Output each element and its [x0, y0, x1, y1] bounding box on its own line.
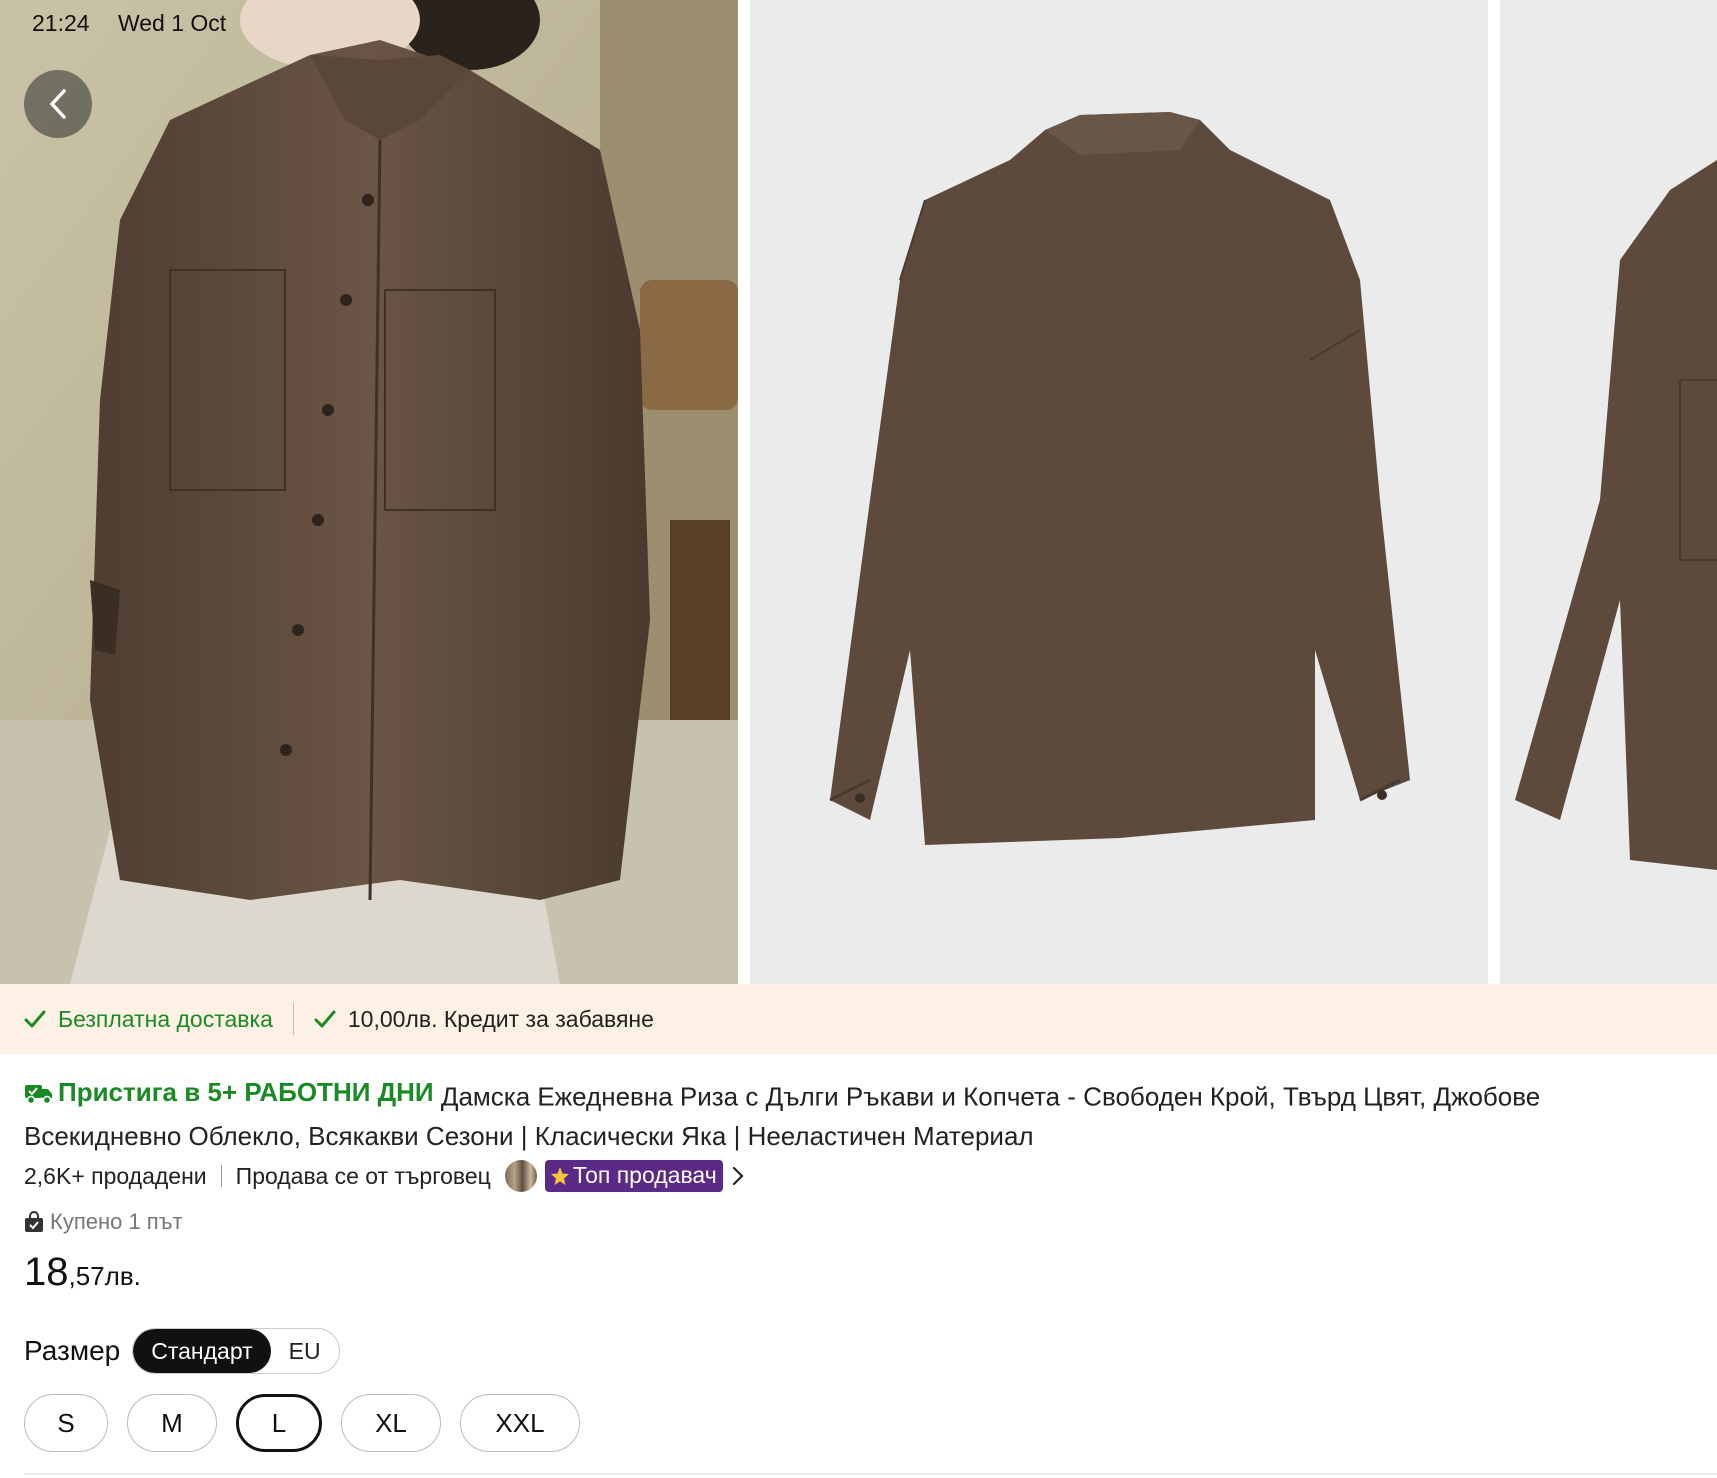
- price: 18,57лв.: [24, 1250, 141, 1295]
- delivery-badge: Пристига в 5+ РАБОТНИ ДНИ: [24, 1073, 434, 1112]
- status-time: 21:24: [32, 10, 90, 36]
- size-option-l[interactable]: L: [236, 1394, 322, 1452]
- size-option-m[interactable]: M: [127, 1394, 217, 1452]
- check-icon: [314, 1010, 336, 1028]
- gallery-image-model[interactable]: 21:24 Wed 1 Oct: [0, 0, 738, 984]
- size-eu-option[interactable]: EU: [271, 1329, 339, 1373]
- size-standard-toggle[interactable]: Стандарт EU: [132, 1328, 340, 1374]
- gallery-image-partial[interactable]: [1500, 0, 1717, 984]
- title-text-2: Всекидневно Облекло, Всякакви Сезони | К…: [24, 1120, 1034, 1151]
- back-button[interactable]: [24, 70, 92, 138]
- truck-icon: [25, 1084, 52, 1104]
- size-label: Размер: [24, 1335, 121, 1366]
- top-seller-badge[interactable]: Топ продавач: [544, 1160, 723, 1192]
- status-date: Wed 1 Oct: [117, 10, 227, 36]
- meta-divider: [220, 1165, 222, 1187]
- size-option-xxl[interactable]: XXL: [460, 1394, 580, 1452]
- price-currency: лв.: [104, 1261, 141, 1291]
- price-integer: 18: [24, 1250, 69, 1294]
- title-text-1: Дамска Ежедневна Риза с Дълги Ръкави и К…: [440, 1081, 1541, 1112]
- chevron-right-icon[interactable]: [731, 1165, 745, 1187]
- gallery-image-back[interactable]: [750, 0, 1488, 984]
- top-seller-text: Топ продавач: [572, 1162, 717, 1188]
- seller-avatar[interactable]: [504, 1160, 537, 1192]
- size-standard-option[interactable]: Стандарт: [133, 1329, 271, 1373]
- size-selector: Размер Стандарт EU: [24, 1328, 340, 1374]
- price-decimal: ,57: [68, 1261, 105, 1291]
- divider: [24, 1473, 1717, 1475]
- seller-text: Продава се от търговец: [235, 1162, 491, 1189]
- promo-divider: [292, 1003, 294, 1035]
- size-options: S M L XL XXL: [24, 1394, 599, 1452]
- shopping-bag-icon: [25, 1211, 43, 1232]
- product-title: Пристига в 5+ РАБОТНИ ДНИ Дамска Ежеднев…: [24, 1073, 1717, 1156]
- promo-bar: Безплатна доставка 10,00лв. Кредит за за…: [0, 984, 1717, 1054]
- bought-info: Купено 1 път: [24, 1209, 183, 1235]
- free-delivery-text: Безплатна доставка: [58, 1005, 273, 1032]
- bought-text: Купено 1 път: [50, 1209, 183, 1234]
- delay-credit-text: 10,00лв. Кредит за забавяне: [347, 1005, 654, 1032]
- check-icon: [24, 1010, 46, 1028]
- chevron-left-icon: [50, 89, 66, 119]
- size-option-s[interactable]: S: [24, 1394, 108, 1452]
- sold-count: 2,6K+ продадени: [24, 1162, 207, 1189]
- title-line-1: Пристига в 5+ РАБОТНИ ДНИ Дамска Ежеднев…: [24, 1073, 1717, 1117]
- delay-credit-promo: 10,00лв. Кредит за забавяне: [314, 1006, 654, 1033]
- seller-meta-row: 2,6K+ продадени Продава се от търговец Т…: [24, 1160, 745, 1192]
- star-icon: [550, 1166, 569, 1185]
- status-bar: 21:24 Wed 1 Oct: [32, 10, 248, 37]
- product-gallery[interactable]: 21:24 Wed 1 Oct: [0, 0, 1717, 984]
- free-delivery-promo: Безплатна доставка: [24, 1006, 273, 1033]
- delivery-badge-text: Пристига в 5+ РАБОТНИ ДНИ: [58, 1077, 434, 1107]
- size-option-xl[interactable]: XL: [341, 1394, 441, 1452]
